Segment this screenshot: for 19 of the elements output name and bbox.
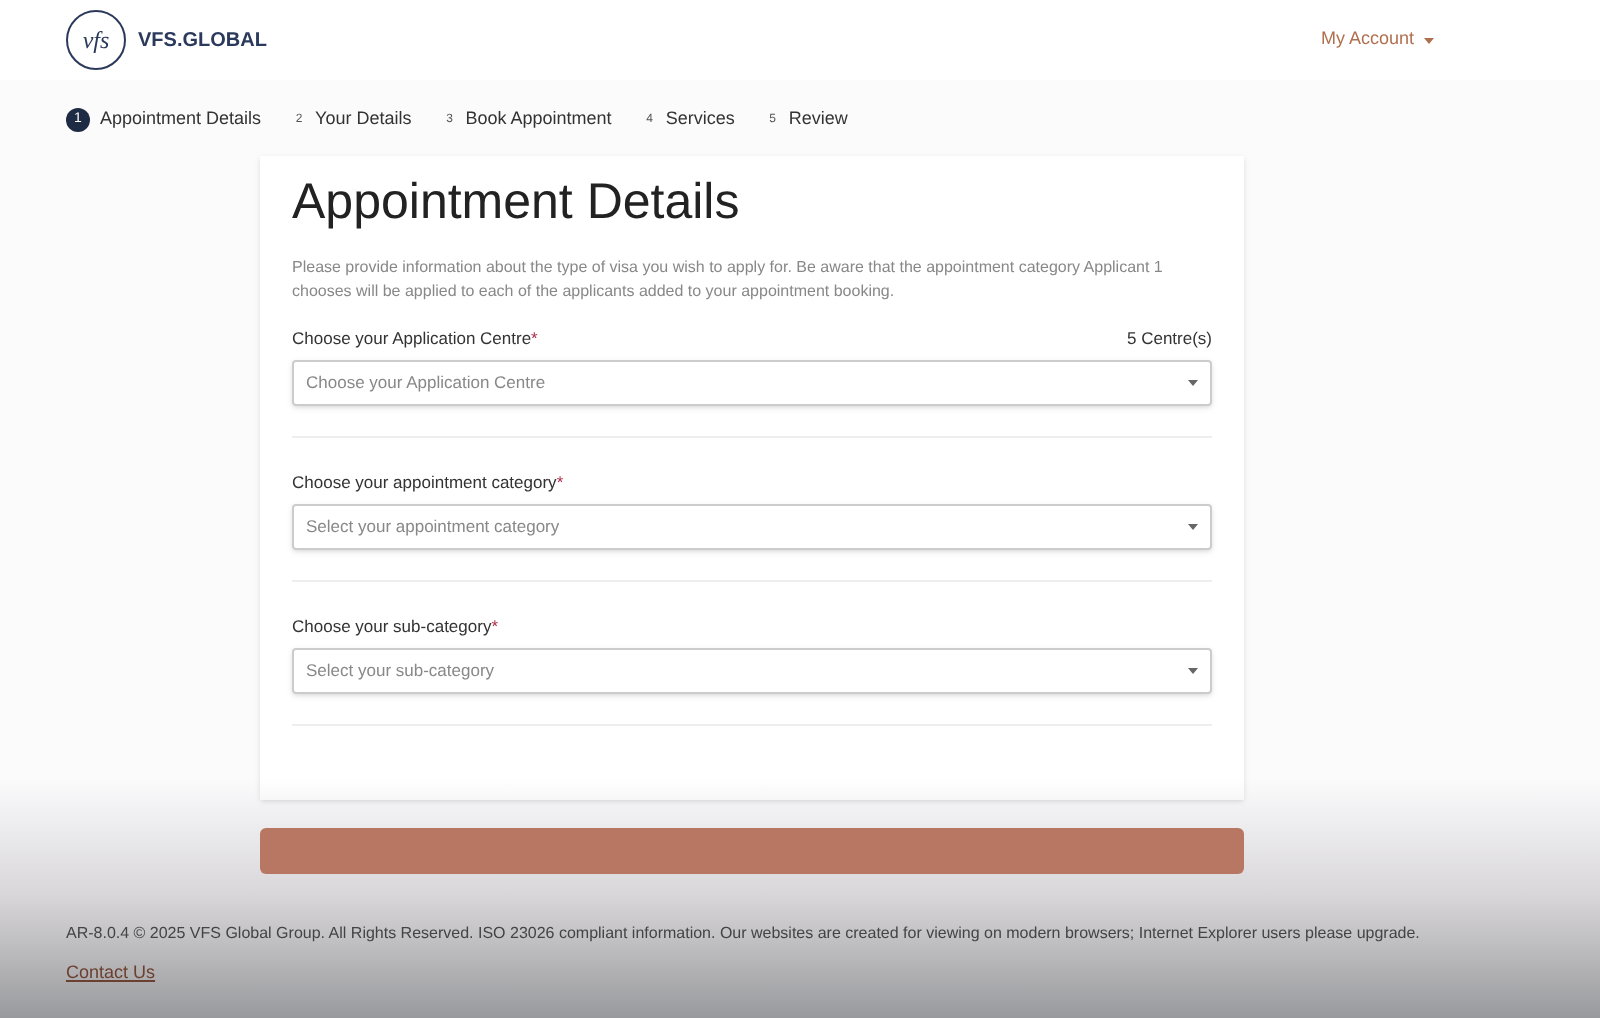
caret-icon bbox=[1424, 37, 1434, 43]
select-field[interactable]: Choose your Application Centre bbox=[292, 360, 1212, 406]
logo-text: VFS.GLOBAL bbox=[138, 27, 267, 55]
contact-link[interactable]: Contact Us bbox=[66, 962, 156, 982]
caret-icon bbox=[1188, 380, 1198, 386]
field-label: Choose your appointment category* bbox=[292, 469, 564, 495]
select-field[interactable]: Select your sub-category bbox=[292, 648, 1212, 694]
intro-text: Please provide information about the type of visa you wish to apply for. Be aware that the appointment category Applicant 1 chooses will be applied to each of the applicants added to your appointment booking. bbox=[292, 256, 1165, 304]
field-label: Choose your sub-category* bbox=[292, 613, 499, 639]
footer-text: AR-8.0.4 © 2025 VFS Global Group. All Rights Reserved. ISO 23026 compliant information. Our websites are created for viewing on modern browsers; Internet Explorer users please upgrade. bbox=[66, 922, 1422, 946]
centre-count: 5 Centre(s) bbox=[1126, 325, 1212, 351]
page-title: Appointment Details bbox=[292, 172, 742, 232]
caret-icon bbox=[1188, 668, 1198, 674]
account-menu[interactable]: My Account bbox=[1320, 26, 1434, 54]
select-field[interactable]: Select your appointment category bbox=[292, 504, 1212, 550]
caret-icon bbox=[1188, 524, 1198, 530]
field-label: Choose your Application Centre* bbox=[292, 325, 538, 351]
logo-icon: vfs bbox=[66, 10, 126, 70]
continue-button[interactable] bbox=[260, 828, 1244, 874]
